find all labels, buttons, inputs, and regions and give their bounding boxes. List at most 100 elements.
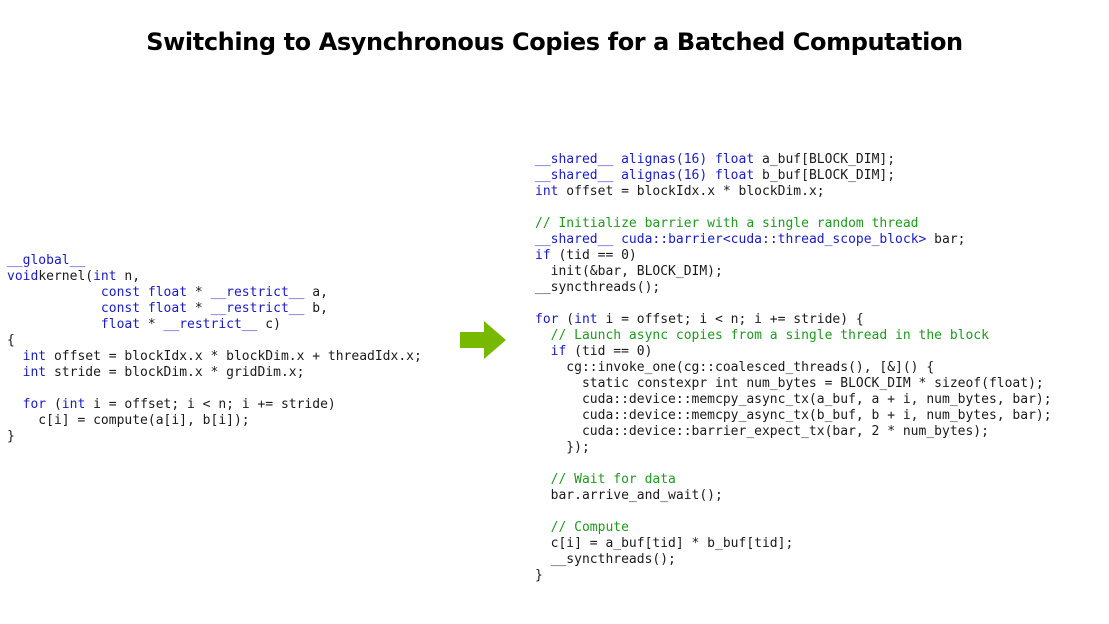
code-keyword: __restrict__ xyxy=(210,301,305,316)
code-text: } xyxy=(535,568,543,583)
code-line: voidkernel(int n, xyxy=(7,269,422,285)
code-keyword: for xyxy=(22,397,47,412)
code-line: } xyxy=(7,429,422,445)
code-line: c[i] = compute(a[i], b[i]); xyxy=(7,413,422,429)
code-line: const float * __restrict__ b, xyxy=(7,301,422,317)
code-comment: // Wait for data xyxy=(550,472,676,487)
code-text: offset = blockIdx.x * blockDim.x + threa… xyxy=(46,349,422,364)
code-keyword: const float xyxy=(100,301,188,316)
code-keyword: if xyxy=(535,248,551,263)
code-line: __shared__ alignas(16) float b_buf[BLOCK… xyxy=(535,168,1052,184)
code-keyword: int xyxy=(22,349,47,364)
code-text: a_buf[BLOCK_DIM]; xyxy=(754,152,896,167)
code-line: } xyxy=(535,568,1052,584)
code-line: float * __restrict__ c) xyxy=(7,317,422,333)
code-text: (tid == 0) xyxy=(550,248,637,263)
code-text: c[i] = a_buf[tid] * b_buf[tid]; xyxy=(535,536,794,551)
code-text: n, xyxy=(116,269,141,284)
code-line: static constexpr int num_bytes = BLOCK_D… xyxy=(535,376,1052,392)
code-keyword: int xyxy=(535,184,559,199)
code-text: cuda::device::barrier_expect_tx(bar, 2 *… xyxy=(535,424,989,439)
code-line: __shared__ alignas(16) float a_buf[BLOCK… xyxy=(535,152,1052,168)
code-text: b_buf[BLOCK_DIM]; xyxy=(754,168,896,183)
code-line: if (tid == 0) xyxy=(535,248,1052,264)
code-text: (tid == 0) xyxy=(566,344,653,359)
code-line: // Launch async copies from a single thr… xyxy=(535,328,1052,344)
code-text: c[i] = compute(a[i], b[i]); xyxy=(7,413,250,428)
code-text: __syncthreads(); xyxy=(535,552,676,567)
code-text: * xyxy=(187,301,211,316)
code-text: c) xyxy=(257,317,281,332)
code-comment: // Initialize barrier with a single rand… xyxy=(535,216,919,231)
code-comment: // Compute xyxy=(550,520,629,535)
code-keyword: cuda::barrier<cuda::thread_scope_block> xyxy=(621,232,927,247)
code-line: for (int i = offset; i < n; i += stride) xyxy=(7,397,422,413)
code-text: kernel( xyxy=(38,269,94,284)
code-text: i = offset; i < n; i += stride) { xyxy=(597,312,864,327)
code-keyword: alignas(16) xyxy=(621,152,708,167)
code-text: __syncthreads(); xyxy=(535,280,661,295)
code-line: __syncthreads(); xyxy=(535,552,1052,568)
code-line: const float * __restrict__ a, xyxy=(7,285,422,301)
code-line: __global__ xyxy=(7,253,422,269)
code-line: for (int i = offset; i < n; i += stride)… xyxy=(535,312,1052,328)
code-keyword: float xyxy=(715,168,755,183)
async-copy-kernel-code: __shared__ alignas(16) float a_buf[BLOCK… xyxy=(535,152,1052,584)
code-line: if (tid == 0) xyxy=(535,344,1052,360)
code-text: cuda::device::memcpy_async_tx(a_buf, a +… xyxy=(535,392,1052,407)
code-keyword: float xyxy=(100,317,141,332)
code-line: // Wait for data xyxy=(535,472,1052,488)
code-line: cuda::device::memcpy_async_tx(a_buf, a +… xyxy=(535,392,1052,408)
original-kernel-code: __global__ voidkernel(int n, const float … xyxy=(7,253,422,445)
code-text: i = offset; i < n; i += stride) xyxy=(85,397,336,412)
code-text: * xyxy=(140,317,164,332)
code-keyword: __global__ xyxy=(7,253,86,268)
code-keyword: void xyxy=(7,269,39,284)
code-text: offset = blockIdx.x * blockDim.x; xyxy=(558,184,825,199)
code-line: }); xyxy=(535,440,1052,456)
code-text: bar.arrive_and_wait(); xyxy=(535,488,723,503)
code-text: cuda::device::memcpy_async_tx(b_buf, b +… xyxy=(535,408,1052,423)
code-line: bar.arrive_and_wait(); xyxy=(535,488,1052,504)
code-line: // Initialize barrier with a single rand… xyxy=(535,216,1052,232)
code-text: a, xyxy=(304,285,328,300)
code-keyword: __shared__ xyxy=(535,232,614,247)
code-line: // Compute xyxy=(535,520,1052,536)
code-line: cuda::device::memcpy_async_tx(b_buf, b +… xyxy=(535,408,1052,424)
code-text: cg::invoke_one(cg::coalesced_threads(), … xyxy=(535,360,935,375)
code-text: b, xyxy=(304,301,328,316)
slide-title: Switching to Asynchronous Copies for a B… xyxy=(146,28,963,56)
code-keyword: int xyxy=(22,365,47,380)
arrow-shape xyxy=(460,321,506,359)
code-keyword: for xyxy=(535,312,559,327)
code-text: * xyxy=(187,285,211,300)
code-text: { xyxy=(7,333,15,348)
code-line: int offset = blockIdx.x * blockDim.x; xyxy=(535,184,1052,200)
code-keyword: int xyxy=(574,312,598,327)
code-keyword: const float xyxy=(100,285,188,300)
code-line: __shared__ cuda::barrier<cuda::thread_sc… xyxy=(535,232,1052,248)
code-keyword: float xyxy=(715,152,755,167)
code-line: init(&bar, BLOCK_DIM); xyxy=(535,264,1052,280)
code-text: static constexpr int num_bytes = BLOCK_D… xyxy=(535,376,1044,391)
code-keyword: __shared__ xyxy=(535,168,614,183)
